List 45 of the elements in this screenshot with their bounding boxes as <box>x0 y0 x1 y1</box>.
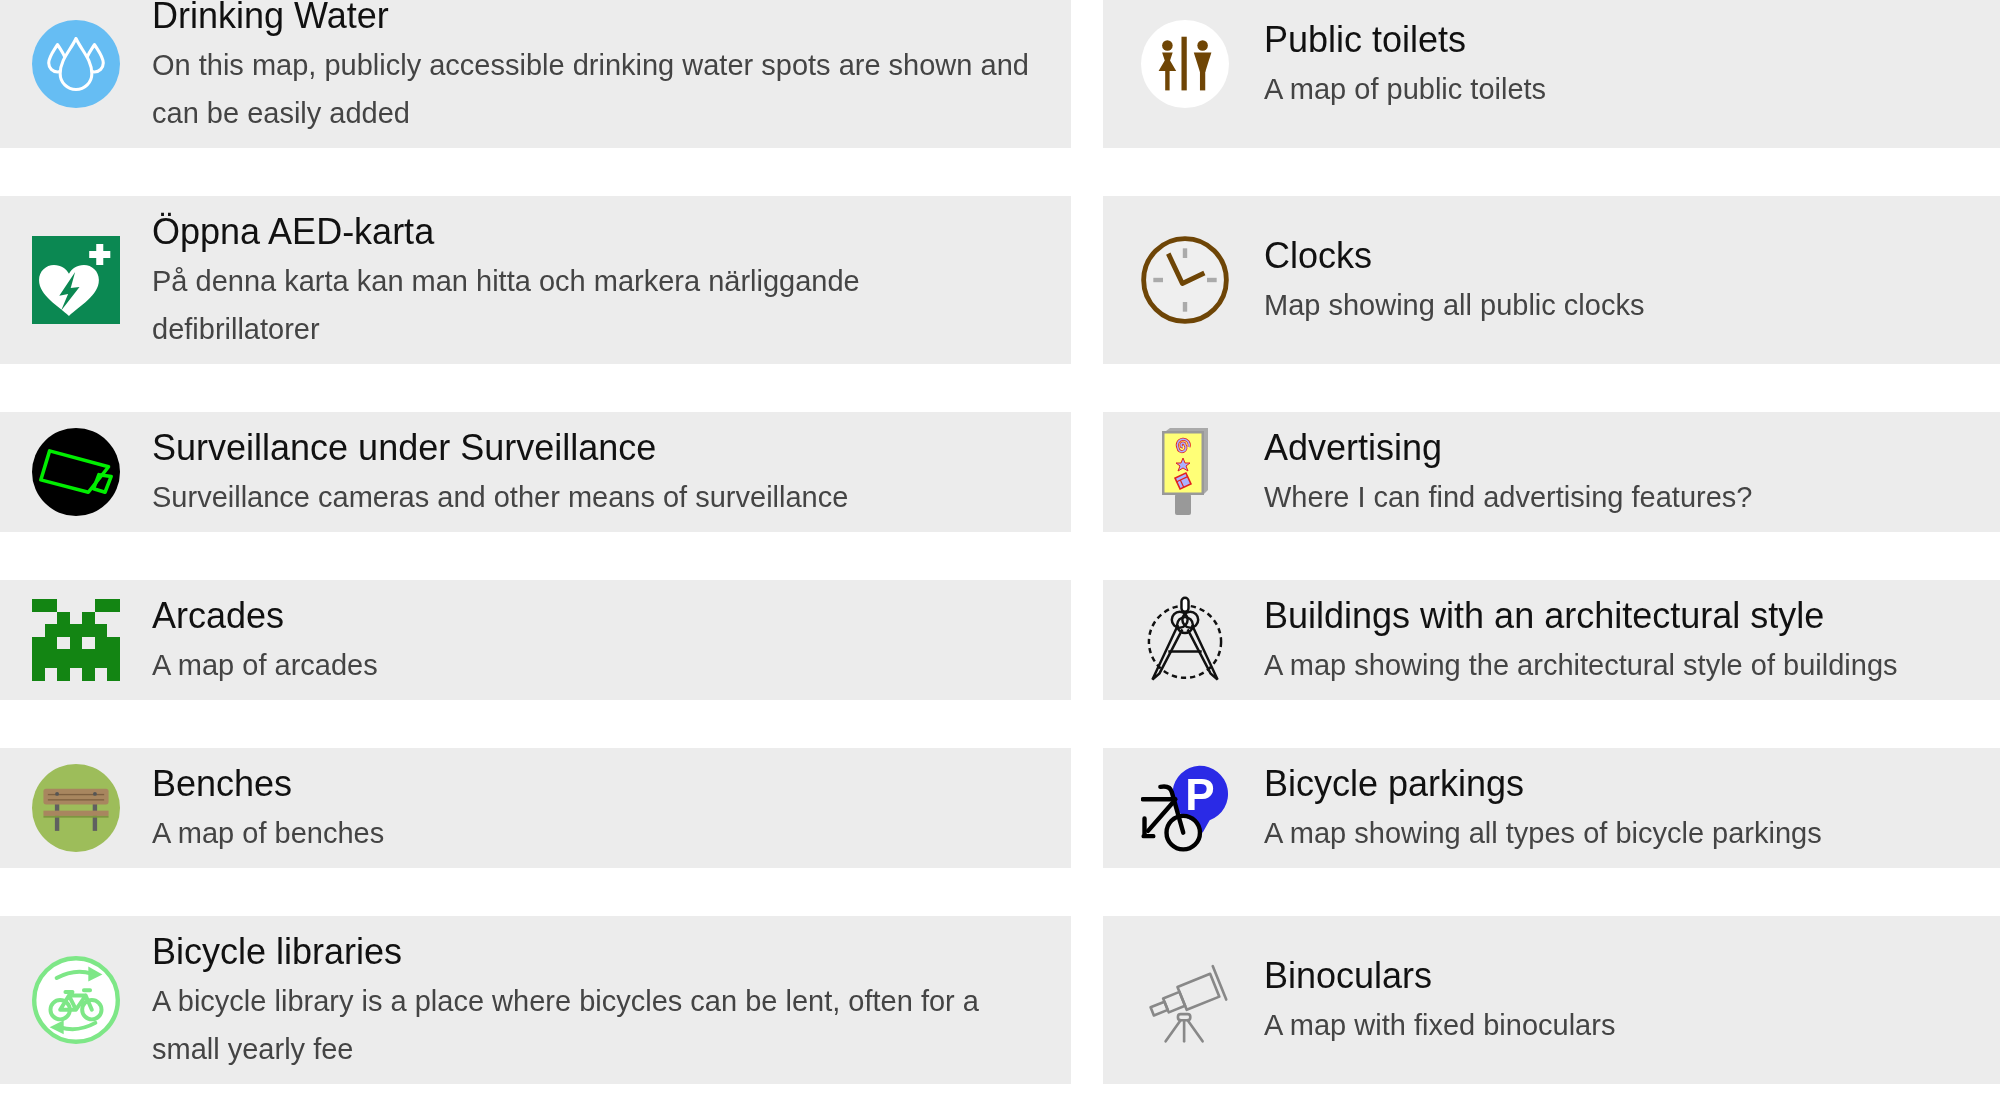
clock-icon <box>1141 236 1229 324</box>
theme-title: Arcades <box>152 594 286 638</box>
heart-lightning-icon <box>32 236 120 324</box>
restroom-icon <box>1141 20 1229 108</box>
bicycle-arrows-icon <box>32 956 120 1044</box>
theme-title: Public toilets <box>1264 18 1468 62</box>
theme-description: A map of arcades <box>152 648 378 683</box>
theme-description: A bicycle library is a place where bicycles can be lent, often for a small yearly fee <box>152 984 980 1067</box>
theme-title: Bicycle parkings <box>1264 762 1526 806</box>
advertising-column-icon <box>1161 428 1209 516</box>
theme-description: A map with fixed binoculars <box>1264 1008 1616 1043</box>
camera-icon <box>32 428 120 516</box>
water-drops-icon <box>32 20 120 108</box>
theme-title: Benches <box>152 762 294 806</box>
theme-title: Bicycle libraries <box>152 930 404 974</box>
theme-card[interactable]: Advertising Where I can find advertising features? <box>1103 412 2000 532</box>
theme-description: On this map, publicly accessible drinking water spots are shown and can be easily added <box>152 48 1030 131</box>
theme-card[interactable]: Clocks Map showing all public clocks <box>1103 196 2000 364</box>
theme-title: Öppna AED-karta <box>152 210 436 254</box>
theme-card[interactable]: Arcades A map of arcades <box>0 580 1071 700</box>
theme-card[interactable]: Drinking Water On this map, publicly accessible drinking water spots are shown and can be easily added <box>0 0 1071 148</box>
theme-description: A map of benches <box>152 816 385 851</box>
theme-title: Drinking Water <box>152 0 390 38</box>
theme-card[interactable]: P Bicycle parkings A map showing all types of bicycle parkings <box>1103 748 2000 868</box>
theme-title: Advertising <box>1264 426 1444 470</box>
pixel-alien-icon <box>32 599 120 681</box>
theme-card[interactable]: Public toilets A map of public toilets <box>1103 0 2000 148</box>
theme-description: Where I can find advertising features? <box>1264 480 1753 515</box>
theme-description: På denna karta kan man hitta och markera närliggande defibrillatorer <box>152 264 861 347</box>
theme-title: Buildings with an architectural style <box>1264 594 1826 638</box>
theme-description: A map showing all types of bicycle parkings <box>1264 816 1822 851</box>
theme-card[interactable]: Bicycle libraries A bicycle library is a place where bicycles can be lent, often for a small yearly fee <box>0 916 1071 1084</box>
theme-card[interactable]: Öppna AED-karta På denna karta kan man hitta och markera närliggande defibrillatorer <box>0 196 1071 364</box>
theme-description: A map showing the architectural style of buildings <box>1264 648 1898 683</box>
theme-description: A map of public toilets <box>1264 72 1547 107</box>
theme-card[interactable]: Binoculars A map with fixed binoculars <box>1103 916 2000 1084</box>
theme-description: Map showing all public clocks <box>1264 288 1645 323</box>
theme-description: Surveillance cameras and other means of surveillance <box>152 480 849 515</box>
theme-card[interactable]: Buildings with an architectural style A map showing the architectural style of buildings <box>1103 580 2000 700</box>
theme-card[interactable]: Surveillance under Surveillance Surveillance cameras and other means of surveillance <box>0 412 1071 532</box>
theme-card[interactable]: Benches A map of benches <box>0 748 1071 868</box>
theme-title: Clocks <box>1264 234 1374 278</box>
theme-title: Binoculars <box>1264 954 1434 998</box>
theme-title: Surveillance under Surveillance <box>152 426 658 470</box>
bench-icon <box>32 764 120 852</box>
